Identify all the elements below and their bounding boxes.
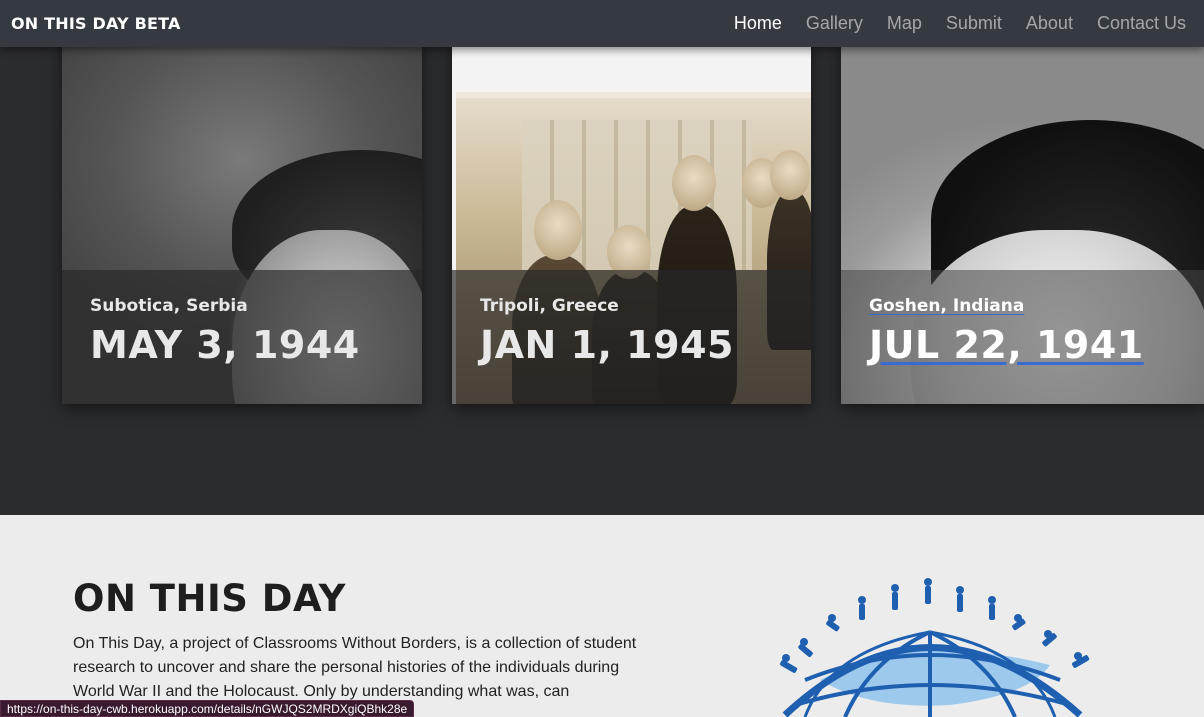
card-place: Subotica, Serbia [90,296,248,316]
card-date: MAY 3, 1944 [90,323,360,367]
link-preview-status-bar: https://on-this-day-cwb.herokuapp.com/de… [0,700,415,717]
classrooms-without-borders-globe-logo [780,578,1090,717]
card-place: Tripoli, Greece [480,296,619,316]
card-date: JAN 1, 1945 [480,323,734,367]
card-caption: Subotica, Serbia MAY 3, 1944 [62,270,422,404]
card-caption: Goshen, Indiana JUL 22, 1941 [841,270,1204,404]
nav-links: Home Gallery Map Submit About Contact Us [710,13,1186,34]
story-card[interactable]: Subotica, Serbia MAY 3, 1944 [62,40,422,404]
about-description: On This Day, a project of Classrooms Wit… [73,635,637,700]
nav-link-map[interactable]: Map [887,13,922,34]
nav-link-submit[interactable]: Submit [946,13,1002,34]
brand-logo-text[interactable]: ON THIS DAY BETA [11,14,181,33]
nav-link-gallery[interactable]: Gallery [806,13,863,34]
nav-link-home[interactable]: Home [734,13,782,34]
card-date[interactable]: JUL 22, 1941 [869,325,1176,366]
nav-link-about[interactable]: About [1026,13,1073,34]
story-card[interactable]: Tripoli, Greece JAN 1, 1945 [452,40,811,404]
about-title: ON THIS DAY [73,577,346,620]
story-card[interactable]: Goshen, Indiana JUL 22, 1941 [841,40,1204,404]
nav-link-contact[interactable]: Contact Us [1097,13,1186,34]
card-caption: Tripoli, Greece JAN 1, 1945 [452,270,811,404]
featured-cards-section: Subotica, Serbia MAY 3, 1944 Tripoli, Gr… [0,0,1204,515]
card-place[interactable]: Goshen, Indiana [869,296,1176,316]
top-navbar: ON THIS DAY BETA Home Gallery Map Submit… [0,0,1204,47]
